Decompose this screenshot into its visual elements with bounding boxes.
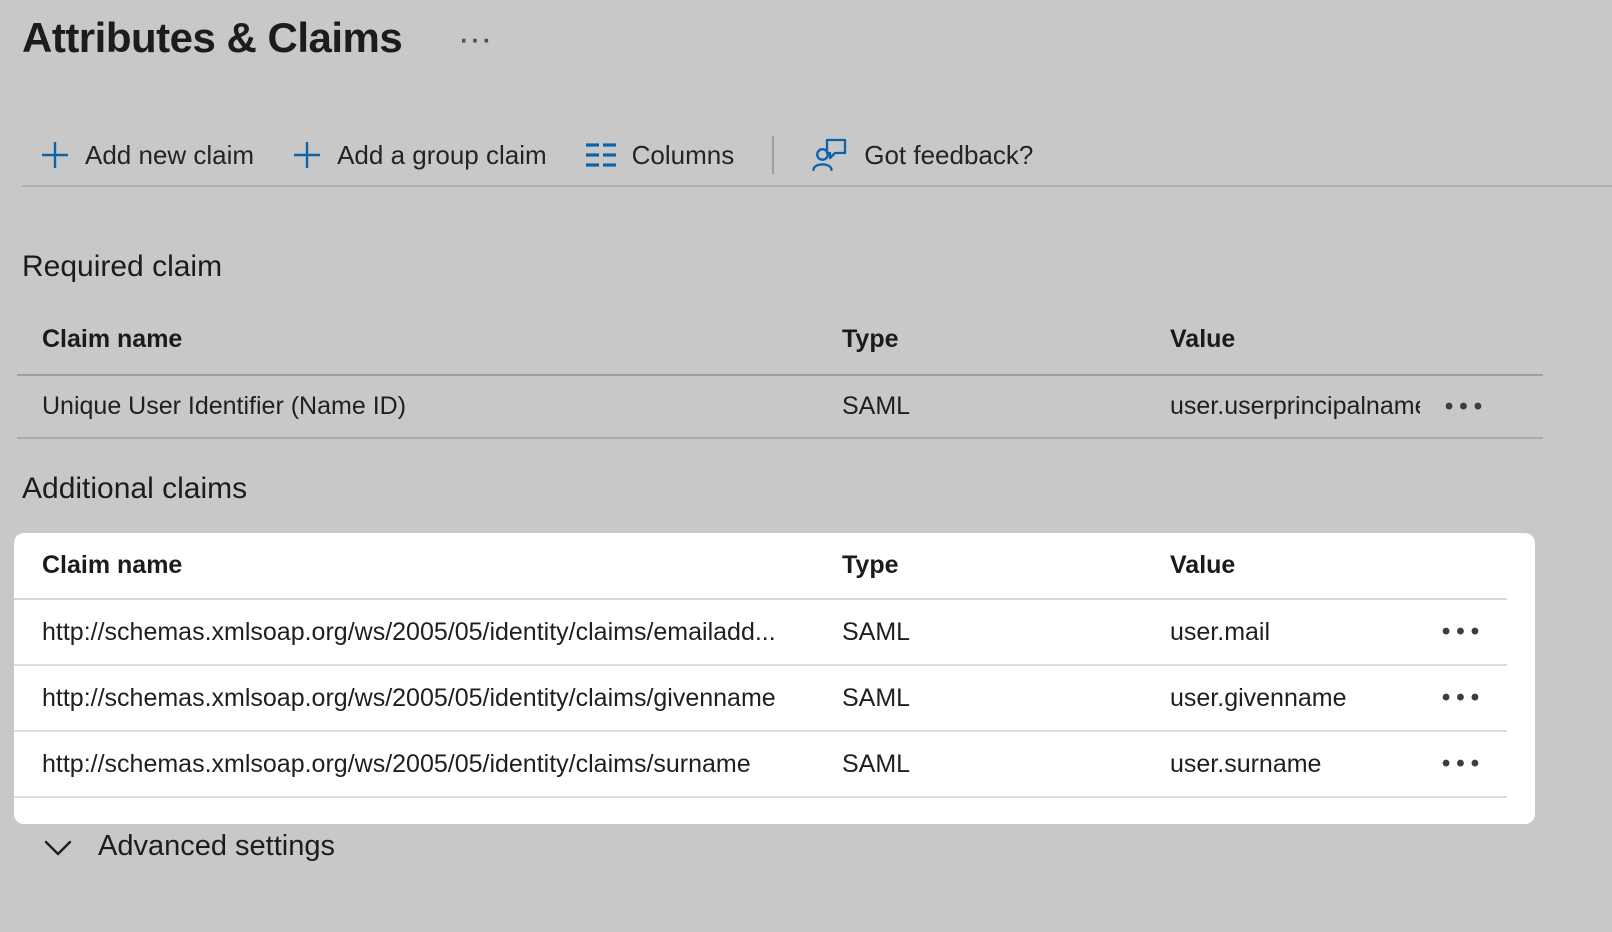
ellipsis-icon: ••• — [1442, 686, 1485, 710]
plus-icon — [40, 140, 70, 170]
table-row[interactable]: http://schemas.xmlsoap.org/ws/2005/05/id… — [14, 732, 1507, 798]
ellipsis-icon: ··· — [460, 27, 494, 55]
got-feedback-button[interactable]: Got feedback? — [812, 137, 1033, 173]
claim-type-cell: SAML — [842, 618, 1170, 647]
claim-type-cell: SAML — [842, 392, 1170, 421]
column-header-claim-name: Claim name — [42, 551, 842, 580]
additional-claims-table: Claim name Type Value http://schemas.xml… — [14, 533, 1535, 824]
required-claim-table: Claim name Type Value Unique User Identi… — [17, 305, 1543, 439]
claim-name-cell: Unique User Identifier (Name ID) — [42, 392, 842, 421]
add-new-claim-label: Add new claim — [85, 140, 254, 171]
advanced-settings-expander[interactable]: Advanced settings — [44, 830, 335, 863]
advanced-settings-label: Advanced settings — [98, 830, 335, 863]
column-header-value: Value — [1170, 551, 1420, 580]
table-row[interactable]: http://schemas.xmlsoap.org/ws/2005/05/id… — [14, 666, 1507, 732]
add-group-claim-label: Add a group claim — [337, 140, 547, 171]
claim-type-cell: SAML — [842, 684, 1170, 713]
row-actions-button[interactable]: ••• — [1420, 732, 1507, 796]
toolbar-divider-line — [22, 185, 1612, 187]
claim-type-cell: SAML — [842, 750, 1170, 779]
column-header-value: Value — [1170, 325, 1420, 354]
table-row[interactable]: http://schemas.xmlsoap.org/ws/2005/05/id… — [14, 600, 1507, 666]
required-claim-header-row: Claim name Type Value — [17, 305, 1543, 376]
row-actions-button[interactable]: ••• — [1420, 376, 1543, 437]
ellipsis-icon: ••• — [1445, 395, 1488, 419]
plus-icon — [292, 140, 322, 170]
ellipsis-icon: ••• — [1442, 752, 1485, 776]
row-actions-button[interactable]: ••• — [1420, 600, 1507, 664]
page-context-menu-button[interactable]: ··· — [454, 23, 500, 60]
table-row[interactable]: Unique User Identifier (Name ID) SAML us… — [17, 376, 1543, 439]
claim-name-cell: http://schemas.xmlsoap.org/ws/2005/05/id… — [42, 618, 842, 647]
columns-button[interactable]: Columns — [585, 140, 735, 171]
command-bar: Add new claim Add a group claim Colum — [40, 130, 1033, 180]
add-new-claim-button[interactable]: Add new claim — [40, 140, 254, 171]
columns-label: Columns — [632, 140, 735, 171]
required-claim-heading: Required claim — [22, 250, 222, 284]
claim-value-cell: user.mail — [1170, 618, 1420, 647]
columns-icon — [585, 142, 617, 168]
row-actions-button[interactable]: ••• — [1420, 666, 1507, 730]
claim-name-cell: http://schemas.xmlsoap.org/ws/2005/05/id… — [42, 750, 842, 779]
chevron-down-icon — [44, 836, 72, 857]
column-header-type: Type — [842, 325, 1170, 354]
ellipsis-icon: ••• — [1442, 620, 1485, 644]
additional-claims-heading: Additional claims — [22, 472, 247, 506]
page-title: Attributes & Claims — [22, 14, 402, 62]
toolbar-divider — [772, 136, 774, 174]
person-feedback-icon — [812, 137, 849, 173]
got-feedback-label: Got feedback? — [864, 140, 1033, 171]
column-header-claim-name: Claim name — [42, 325, 842, 354]
additional-claims-header-row: Claim name Type Value — [14, 533, 1507, 600]
claim-value-cell: user.givenname — [1170, 684, 1420, 713]
claim-value-cell: user.surname — [1170, 750, 1420, 779]
claim-name-cell: http://schemas.xmlsoap.org/ws/2005/05/id… — [42, 684, 842, 713]
column-header-type: Type — [842, 551, 1170, 580]
add-group-claim-button[interactable]: Add a group claim — [292, 140, 547, 171]
claim-value-cell: user.userprincipalname [... — [1170, 392, 1420, 421]
page-header: Attributes & Claims ··· — [22, 14, 500, 62]
